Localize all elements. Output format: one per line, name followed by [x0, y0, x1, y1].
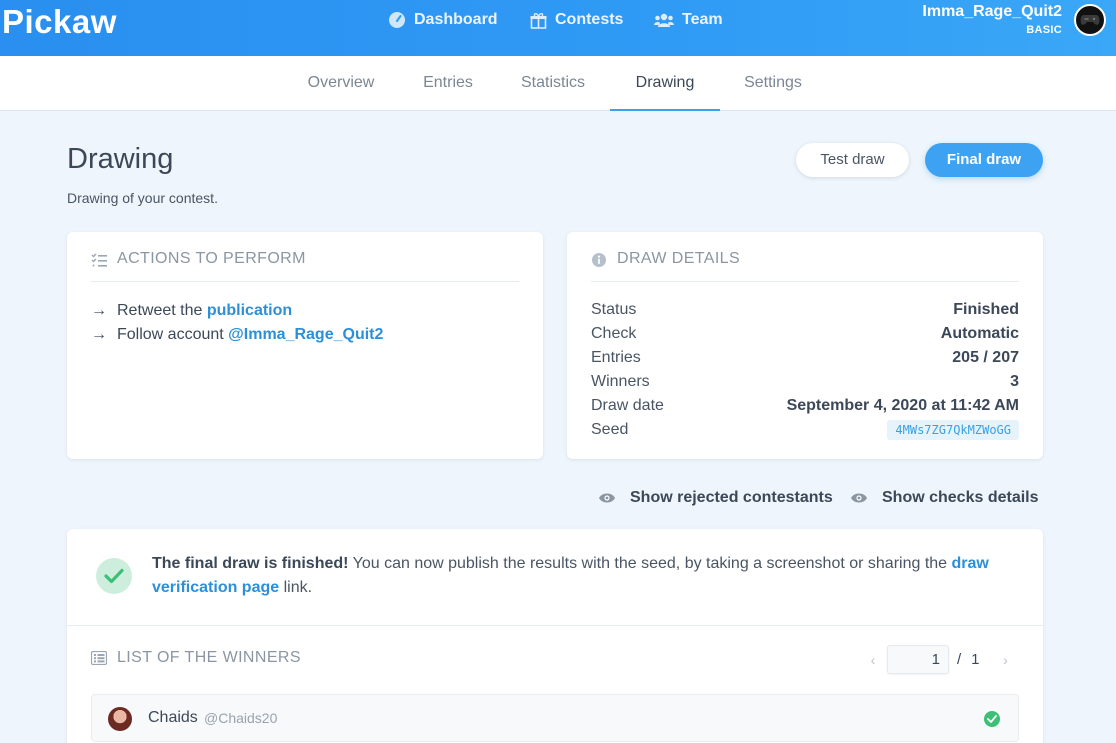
verified-check-icon [984, 711, 1000, 727]
arrow-right-icon: → [91, 326, 107, 343]
detail-row-check: Check Automatic [591, 322, 1019, 346]
page-total: 1 [971, 651, 980, 668]
action-item: → Retweet the publication [91, 302, 292, 320]
detail-label: Seed [591, 421, 629, 438]
winner-row[interactable]: Chaids @Chaids20 [91, 694, 1019, 742]
gamepad-icon [1080, 15, 1100, 25]
detail-row-winners: Winners 3 [591, 370, 1019, 394]
chevron-left-icon[interactable]: ‹ [863, 652, 883, 668]
winners-pagination: ‹ 1 / 1 › [863, 645, 1016, 674]
gift-icon [530, 12, 547, 29]
info-icon [592, 253, 606, 267]
final-draw-button[interactable]: Final draw [925, 143, 1043, 177]
nav-team-label: Team [682, 11, 723, 28]
detail-label: Winners [591, 373, 650, 390]
success-check-icon [96, 558, 132, 594]
eye-icon [599, 493, 615, 503]
detail-value: 3 [1010, 373, 1019, 390]
publication-link[interactable]: publication [207, 302, 292, 320]
tab-entries[interactable]: Entries [408, 56, 488, 111]
result-message-text: You can now publish the results with the… [348, 555, 952, 572]
tab-overview[interactable]: Overview [292, 56, 390, 111]
action-text: Follow account [117, 326, 229, 343]
detail-value: Finished [953, 301, 1019, 318]
user-menu[interactable]: Imma_Rage_Quit2 BASIC [922, 3, 1062, 36]
show-rejected-label: Show rejected contestants [630, 489, 833, 506]
eye-icon [851, 493, 867, 503]
tasks-icon [91, 253, 107, 267]
tab-statistics[interactable]: Statistics [506, 56, 600, 111]
contest-tabs: Overview Entries Statistics Drawing Sett… [0, 56, 1116, 111]
result-message-suffix: link. [279, 579, 313, 596]
page-subtitle: Drawing of your contest. [67, 190, 218, 206]
detail-label: Draw date [591, 397, 664, 414]
nav-dashboard-label: Dashboard [414, 11, 498, 28]
nav-contests-label: Contests [555, 11, 624, 28]
nav-dashboard[interactable]: Dashboard [388, 0, 498, 40]
page-number-input[interactable]: 1 [887, 645, 949, 674]
detail-row-status: Status Finished [591, 298, 1019, 322]
chevron-right-icon[interactable]: › [996, 652, 1016, 668]
seed-code[interactable]: 4MWs7ZG7QkMZWoGG [887, 420, 1019, 440]
result-banner: The final draw is finished! You can now … [67, 529, 1043, 626]
winners-title: LIST OF THE WINNERS [117, 649, 301, 666]
user-plan-badge: BASIC [1026, 24, 1062, 36]
show-checks-toggle[interactable]: Show checks details [850, 489, 1039, 507]
nav-team[interactable]: Team [654, 0, 723, 40]
winner-handle[interactable]: @Chaids20 [204, 710, 277, 726]
details-card-title: DRAW DETAILS [617, 250, 741, 267]
detail-value: September 4, 2020 at 11:42 AM [786, 397, 1019, 414]
nav-contests[interactable]: Contests [530, 0, 623, 40]
actions-card-title: ACTIONS TO PERFORM [117, 250, 306, 267]
test-draw-button[interactable]: Test draw [796, 143, 909, 177]
result-message: The final draw is finished! You can now … [152, 552, 1012, 600]
show-rejected-toggle[interactable]: Show rejected contestants [598, 489, 833, 507]
details-card-header: DRAW DETAILS [591, 250, 1019, 282]
winners-header: LIST OF THE WINNERS [91, 649, 301, 667]
draw-result-card: The final draw is finished! You can now … [67, 529, 1043, 743]
draw-details-card: DRAW DETAILS Status Finished Check Autom… [567, 232, 1043, 459]
list-icon [91, 651, 107, 665]
users-icon [654, 13, 674, 27]
gauge-icon [389, 12, 405, 28]
detail-value: 205 / 207 [952, 349, 1019, 366]
winner-name: Chaids [148, 709, 198, 726]
result-message-bold: The final draw is finished! [152, 555, 349, 572]
tab-settings[interactable]: Settings [730, 56, 816, 111]
detail-row-seed: Seed 4MWs7ZG7QkMZWoGG [591, 418, 1019, 442]
action-text: Retweet the [117, 302, 207, 319]
detail-label: Check [591, 325, 637, 342]
app-logo[interactable]: Pickaw [2, 3, 117, 41]
page-separator: / [957, 651, 962, 668]
actions-card: ACTIONS TO PERFORM → Retweet the publica… [67, 232, 543, 459]
user-name: Imma_Rage_Quit2 [922, 3, 1062, 20]
user-avatar[interactable] [1074, 4, 1106, 36]
tab-drawing[interactable]: Drawing [610, 56, 720, 111]
winner-avatar [108, 707, 132, 731]
detail-label: Entries [591, 349, 641, 366]
detail-row-entries: Entries 205 / 207 [591, 346, 1019, 370]
detail-row-draw-date: Draw date September 4, 2020 at 11:42 AM [591, 394, 1019, 418]
detail-value: Automatic [940, 325, 1019, 342]
account-link[interactable]: @Imma_Rage_Quit2 [228, 326, 383, 344]
detail-label: Status [591, 301, 637, 318]
action-item: → Follow account @Imma_Rage_Quit2 [91, 326, 383, 344]
top-navbar: Pickaw Dashboard Contests Team Imma_Rage… [0, 0, 1116, 56]
actions-card-header: ACTIONS TO PERFORM [91, 250, 519, 282]
page-title: Drawing [67, 143, 174, 175]
arrow-right-icon: → [91, 302, 107, 319]
show-checks-label: Show checks details [882, 489, 1039, 506]
